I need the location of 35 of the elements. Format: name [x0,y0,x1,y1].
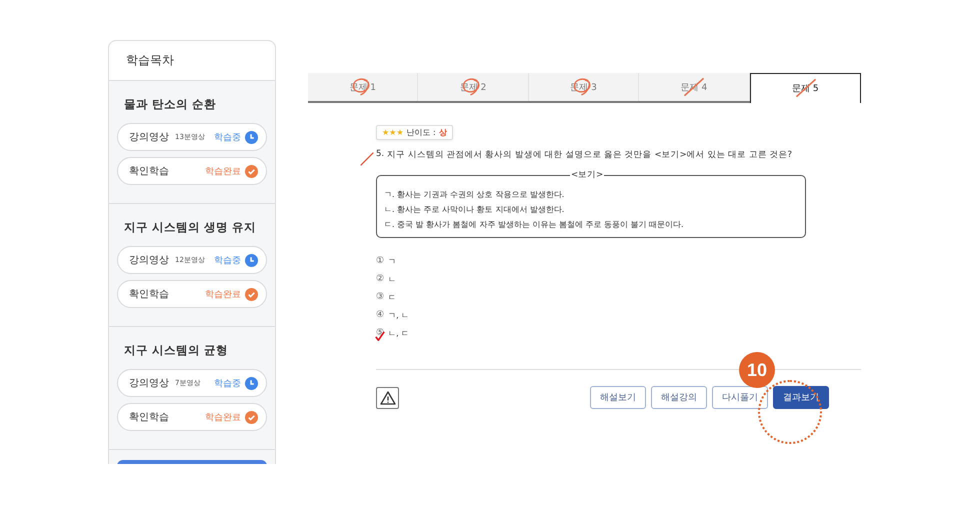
section-title: 지구 시스템의 생명 유지 [123,220,258,235]
answer-choice[interactable]: ① ㄱ [376,252,861,270]
action-button[interactable]: 다시풀기 [712,386,768,409]
lesson-item[interactable]: 확인학습 학습완료 [117,157,267,185]
report-button[interactable] [376,386,399,408]
section-title: 지구 시스템의 균형 [123,343,230,358]
star-icon: ★ [382,128,390,137]
action-button[interactable]: 해설강의 [651,386,707,409]
difficulty-label: 난이도 : [406,127,436,138]
step-badge: 10 [739,352,775,388]
example-statement: ㄷ. 중국 발 황사가 봄철에 자주 발생하는 이유는 봄철에 주로 동풍이 불기 때문이다. [384,219,685,231]
difficulty-value: 상 [438,127,447,138]
star-icon: ★ [389,128,396,137]
answer-choice[interactable]: ③ ㄷ [376,288,861,306]
status-label: 학습중 [214,132,241,144]
highlight-circle [758,380,822,444]
lesson-item[interactable]: 확인학습 학습완료 [117,403,267,431]
example-statement: ㄱ. 황사는 기권과 수권의 상호 작용으로 발생한다. [384,189,566,201]
answer-choice[interactable]: ② ㄴ [376,270,861,288]
star-icon: ★ [396,128,404,137]
example-statement: ㄴ. 황사는 주로 사막이나 황토 지대에서 발생한다. [384,204,566,216]
section-title: 물과 탄소의 순환 [123,97,218,112]
status-label: 학습중 [214,378,241,390]
lesson-item[interactable]: 확인학습 학습완료 [117,280,267,308]
example-box-title: <보기> [570,169,604,181]
status-label: 학습완료 [205,166,241,178]
answer-choice[interactable]: ④ ㄱ, ㄴ [376,306,861,324]
action-button[interactable]: 해설보기 [590,386,646,409]
status-label: 학습완료 [205,412,241,424]
sidebar-title: 학습목차 [126,52,174,69]
question-text: 지구 시스템의 관점에서 황사의 발생에 대한 설명으로 옳은 것만을 <보기>에서 있는 대로 고른 것은? [387,149,792,161]
status-label: 학습중 [214,254,241,266]
status-label: 학습완료 [205,288,241,300]
action-button[interactable]: 결과보기 [773,386,829,409]
question-number: 5. [376,149,384,159]
